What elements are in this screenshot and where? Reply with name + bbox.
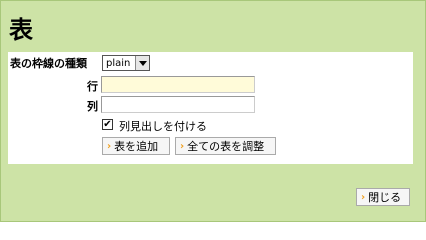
chevron-down-icon[interactable] — [135, 56, 149, 70]
adjust-all-tables-label: 全ての表を調整 — [187, 140, 265, 153]
border-type-value: plain — [106, 57, 131, 69]
adjust-all-tables-button[interactable]: › 全ての表を調整 — [175, 137, 276, 155]
cols-label: 列 — [87, 100, 98, 113]
dialog-title: 表 — [9, 16, 33, 44]
close-label: 閉じる — [368, 191, 402, 204]
table-dialog: 表 表の枠線の種類 plain 行 列 ✔ 列見出しを付ける › 表を追加 › … — [0, 0, 426, 222]
chevron-right-icon: › — [180, 140, 185, 152]
rows-input[interactable] — [101, 76, 255, 93]
border-type-label: 表の枠線の種類 — [10, 57, 87, 70]
rows-label: 行 — [87, 80, 98, 93]
chevron-right-icon: › — [361, 191, 366, 203]
cols-input[interactable] — [101, 96, 255, 113]
header-checkbox-label[interactable]: 列見出しを付ける — [119, 118, 207, 134]
header-checkbox[interactable]: ✔ — [102, 119, 113, 130]
chevron-right-icon: › — [107, 140, 112, 152]
add-table-button[interactable]: › 表を追加 — [102, 137, 170, 155]
table-options-panel: 表の枠線の種類 plain 行 列 ✔ 列見出しを付ける › 表を追加 › 全て… — [8, 52, 413, 164]
border-type-select[interactable]: plain — [102, 55, 150, 71]
close-button[interactable]: › 閉じる — [356, 188, 410, 206]
add-table-label: 表を追加 — [114, 140, 159, 153]
check-icon: ✔ — [103, 119, 112, 130]
